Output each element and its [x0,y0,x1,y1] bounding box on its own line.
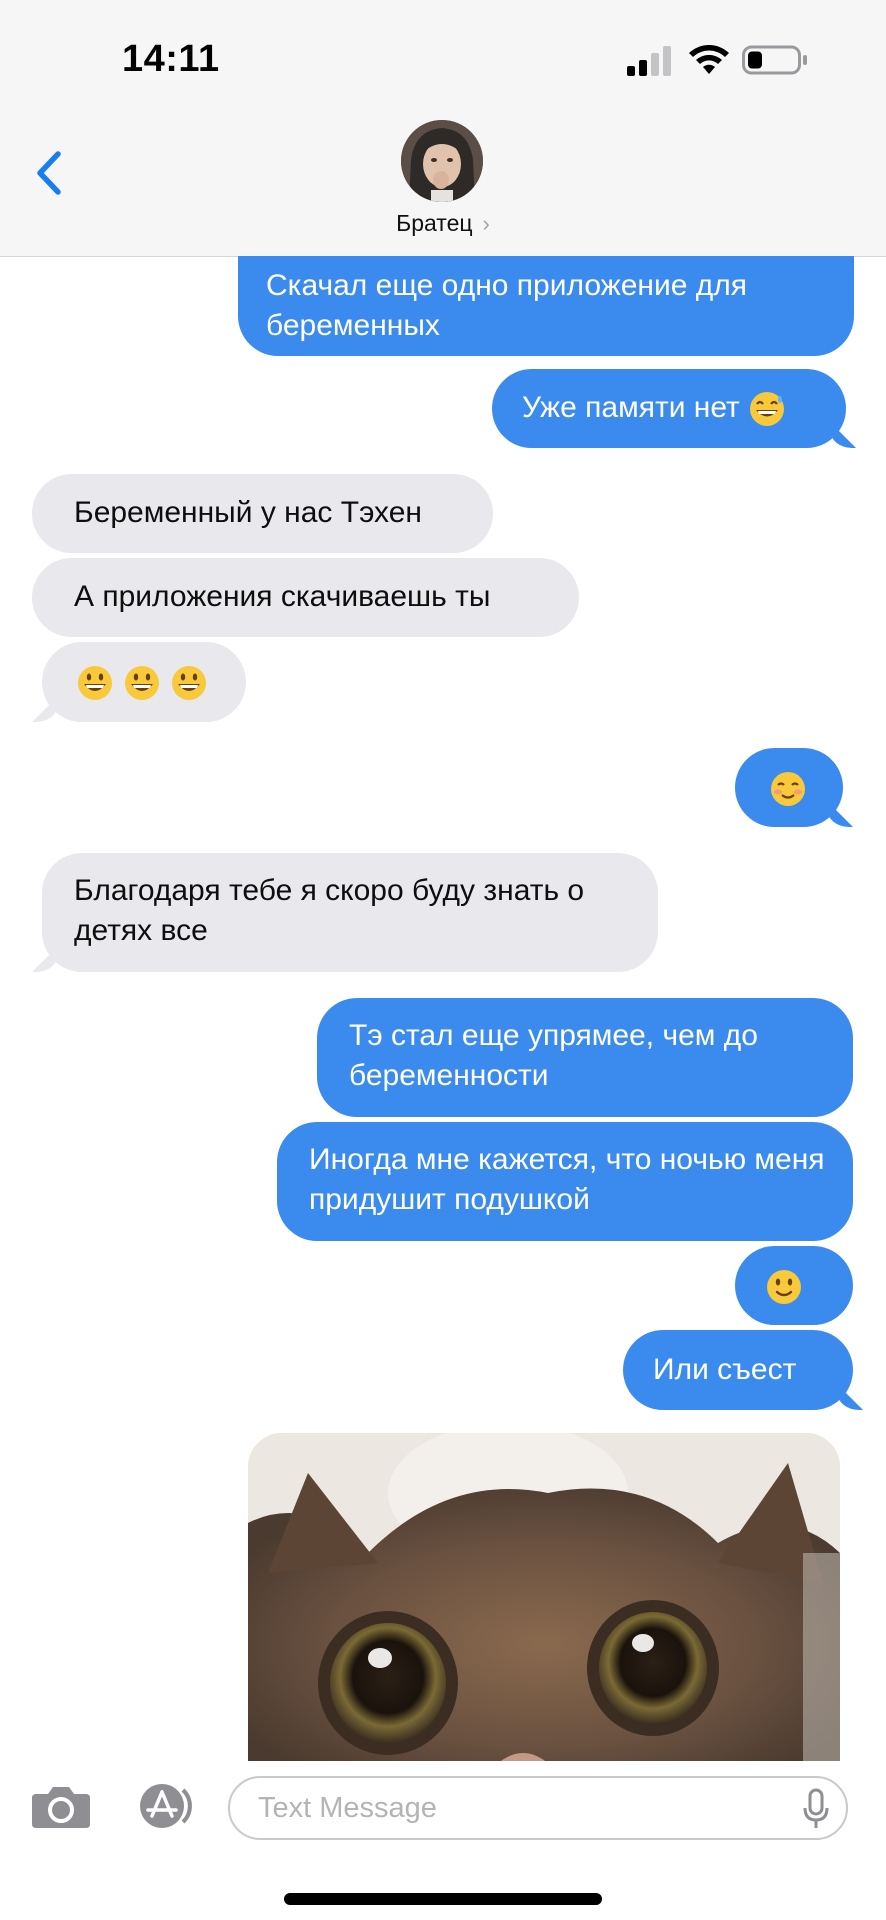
message-text: Тэ стал еще упрямее, чем до беременности [349,1019,758,1092]
app-store-icon[interactable] [134,1782,196,1830]
microphone-icon[interactable] [802,1788,830,1830]
message-bubble-outgoing[interactable]: Или съест [623,1330,853,1410]
chevron-right-icon: › [482,211,490,236]
message-text: А приложения скачиваешь ты [74,580,491,613]
contact-avatar[interactable] [401,120,483,202]
smiling-blush-emoji-icon [771,772,805,807]
battery-low-icon [742,45,807,75]
message-bubble-outgoing[interactable]: Уже памяти нет [492,369,846,448]
message-bubble-outgoing[interactable] [735,748,843,827]
message-bubble-incoming[interactable]: Благодаря тебе я скоро буду знать о детя… [42,853,658,972]
contact-name: Братец [396,210,473,236]
conversation-header: 14:11 Братец › [0,0,886,257]
message-input[interactable] [228,1776,848,1840]
message-bubble-incoming[interactable]: А приложения скачиваешь ты [32,558,579,637]
status-time: 14:11 [122,38,220,80]
message-bubble-outgoing[interactable]: Тэ стал еще упрямее, чем до беременности [317,998,853,1117]
message-bubble-incoming[interactable]: Беременный у нас Тэхен [32,474,493,553]
message-bubble-incoming[interactable] [42,642,246,722]
slight-smile-emoji-icon [767,1270,801,1305]
kitten-photo [248,1433,840,1761]
message-text: Уже памяти нет [522,391,740,424]
contact-name-row[interactable]: Братец › [0,210,886,237]
message-text: Иногда мне кажется, что ночью меня приду… [309,1143,825,1216]
message-thread[interactable]: Скачал еще одно приложение для беременны… [0,256,886,1761]
message-bubble-outgoing[interactable]: Иногда мне кажется, что ночью меня приду… [277,1122,853,1241]
status-bar: 14:11 [0,0,886,110]
grinning-emoji-icon [125,666,159,701]
back-chevron-icon[interactable] [30,148,70,198]
grinning-emoji-icon [172,666,206,701]
message-image-kitten[interactable] [248,1433,840,1761]
message-text: Скачал еще одно приложение для беременны… [266,269,748,342]
message-bubble-outgoing[interactable] [735,1246,853,1325]
home-indicator[interactable] [284,1893,602,1905]
message-text: Благодаря тебе я скоро буду знать о детя… [74,874,585,947]
message-text: Беременный у нас Тэхен [74,496,422,529]
camera-icon[interactable] [30,1782,92,1830]
wifi-icon [689,45,729,74]
cellular-signal-icon [627,46,671,76]
message-text: Или съест [653,1353,797,1386]
grinning-sweat-emoji-icon [750,392,785,427]
grinning-emoji-icon [78,666,112,701]
avatar-photo [401,120,483,202]
message-bubble-outgoing[interactable]: Скачал еще одно приложение для беременны… [238,256,854,356]
